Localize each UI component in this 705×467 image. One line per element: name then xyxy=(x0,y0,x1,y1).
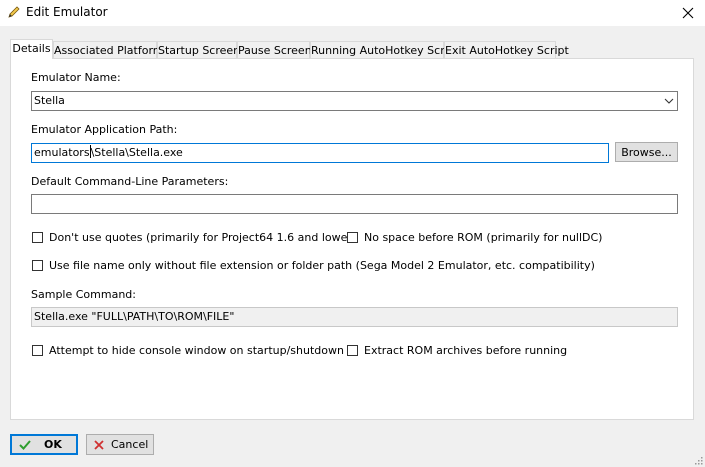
no-space-checkbox[interactable]: No space before ROM (primarily for nullD… xyxy=(347,231,602,244)
ok-button[interactable]: OK xyxy=(10,434,78,455)
no-space-label: No space before ROM (primarily for nullD… xyxy=(364,231,603,244)
cancel-x-icon xyxy=(94,439,104,450)
resize-grip-icon[interactable] xyxy=(693,455,703,465)
emulator-name-label: Emulator Name: xyxy=(31,71,121,84)
emulator-name-value: Stella xyxy=(34,94,65,107)
no-quotes-checkbox[interactable]: Don't use quotes (primarily for Project6… xyxy=(32,231,356,244)
checkmark-icon xyxy=(19,439,31,450)
emulator-name-combobox[interactable]: Stella xyxy=(31,91,678,111)
close-icon xyxy=(682,7,694,19)
checkbox-box xyxy=(32,232,43,243)
cancel-label: Cancel xyxy=(111,438,149,451)
emulator-path-text-rest: \Stella\Stella.exe xyxy=(90,146,183,159)
checkbox-box xyxy=(32,260,43,271)
cancel-button[interactable]: Cancel xyxy=(86,434,154,455)
command-line-params-label: Default Command-Line Parameters: xyxy=(31,175,229,188)
title-bar: Edit Emulator xyxy=(0,0,705,26)
chevron-down-icon xyxy=(664,98,674,104)
sample-command-label: Sample Command: xyxy=(31,288,136,301)
tab-exit-autohotkey-script[interactable]: Exit AutoHotkey Script xyxy=(444,41,569,58)
checkbox-box xyxy=(32,345,43,356)
emulator-path-text: emulators xyxy=(34,146,90,159)
emulator-path-label: Emulator Application Path: xyxy=(31,123,178,136)
no-quotes-label: Don't use quotes (primarily for Project6… xyxy=(49,231,357,244)
emulator-path-input[interactable]: emulators\Stella\Stella.exe xyxy=(31,143,609,163)
extract-rom-checkbox[interactable]: Extract ROM archives before running xyxy=(347,344,567,357)
tab-running-autohotkey-script[interactable]: Running AutoHotkey Script xyxy=(310,41,459,58)
ok-label: OK xyxy=(44,438,62,451)
hide-console-label: Attempt to hide console window on startu… xyxy=(49,344,344,357)
extract-rom-label: Extract ROM archives before running xyxy=(364,344,568,357)
checkbox-box xyxy=(347,345,358,356)
tab-pause-screen[interactable]: Pause Screen xyxy=(237,41,312,58)
sample-command-field: Stella.exe "FULL\PATH\TO\ROM\FILE" xyxy=(31,307,678,327)
checkbox-box xyxy=(347,232,358,243)
command-line-params-input[interactable] xyxy=(31,194,678,214)
browse-button[interactable]: Browse... xyxy=(615,142,678,162)
hide-console-checkbox[interactable]: Attempt to hide console window on startu… xyxy=(32,344,344,357)
tab-associated-platforms[interactable]: Associated Platforms xyxy=(53,41,169,58)
pencil-icon xyxy=(8,6,20,18)
close-button[interactable] xyxy=(671,0,705,26)
window-title: Edit Emulator xyxy=(26,5,108,19)
file-name-only-label: Use file name only without file extensio… xyxy=(49,259,595,272)
tab-details[interactable]: Details xyxy=(10,39,53,59)
file-name-only-checkbox[interactable]: Use file name only without file extensio… xyxy=(32,259,595,272)
details-panel: Emulator Name: Stella Emulator Applicati… xyxy=(10,58,694,420)
tab-startup-screen[interactable]: Startup Screen xyxy=(157,41,240,58)
